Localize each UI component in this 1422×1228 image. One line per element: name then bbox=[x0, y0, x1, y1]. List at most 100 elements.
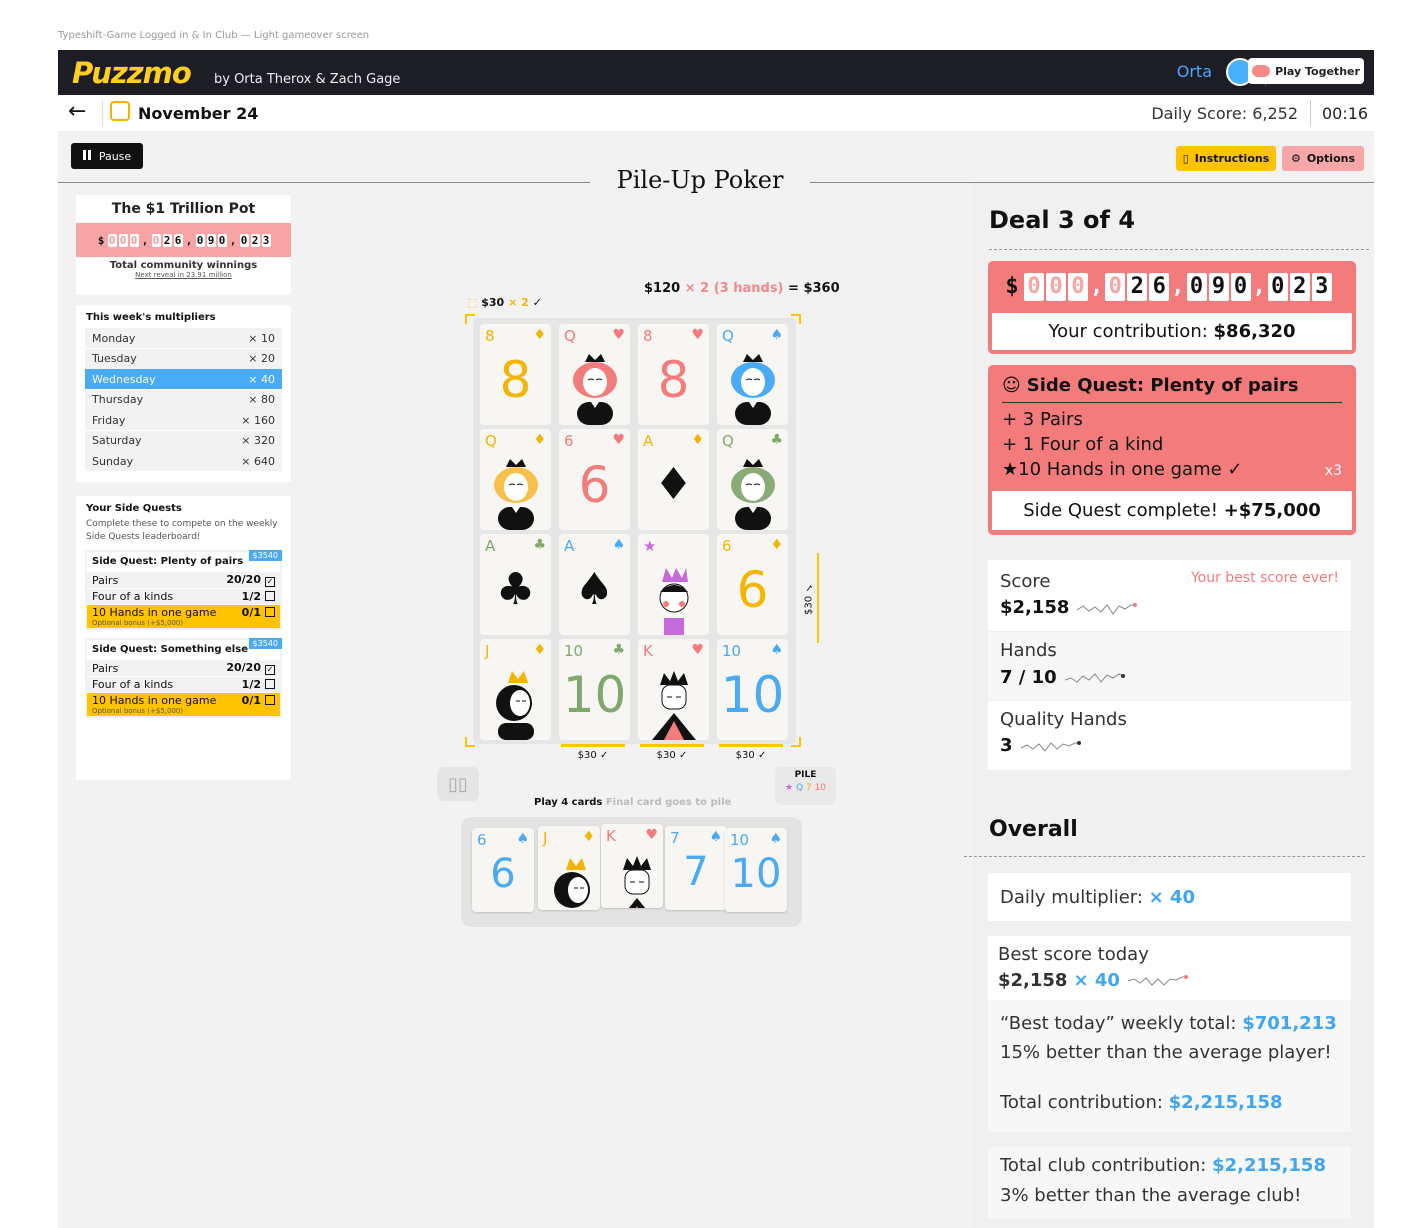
character-icon: ☺ bbox=[1002, 375, 1021, 396]
playing-card[interactable]: 6 ♠ 6 bbox=[472, 828, 534, 912]
multiplier-value: × 10 bbox=[248, 331, 275, 345]
playing-card[interactable]: 8 ♥ 8 bbox=[638, 324, 709, 425]
playing-card[interactable]: A ♣ ♣ bbox=[480, 534, 551, 635]
playing-card[interactable]: A ♠ ♠ bbox=[559, 534, 630, 635]
playing-card[interactable]: 10 ♣ 10 bbox=[559, 639, 630, 740]
playing-card[interactable]: Q ♦ bbox=[480, 429, 551, 530]
pot-digit: 0 bbox=[151, 233, 161, 247]
pile-indicator[interactable]: PILE ★ Q 7 10 bbox=[775, 767, 836, 805]
playing-card[interactable]: 6 ♥ 6 bbox=[559, 429, 630, 530]
pile-card: 10 bbox=[814, 783, 826, 793]
divider bbox=[1310, 100, 1311, 126]
multiplier-day: Thursday bbox=[92, 393, 144, 406]
instructions-button[interactable]: ▯ Instructions bbox=[1176, 146, 1276, 171]
best-ever-badge: Your best score ever! bbox=[1190, 570, 1339, 586]
quest-row-label: Pairs bbox=[92, 661, 119, 675]
multiplier-day: Friday bbox=[92, 413, 126, 427]
card-suit: ♣ bbox=[612, 642, 625, 658]
joker-face-icon bbox=[659, 568, 689, 635]
sparkline bbox=[1077, 602, 1138, 615]
card-suit: ♣ bbox=[770, 432, 783, 448]
weekly-total: “Best today” weekly total: $701,213 bbox=[1000, 1013, 1337, 1034]
side-quest-card[interactable]: $3540 Side Quest: Plenty of pairs Pairs 20/… bbox=[85, 550, 282, 630]
playing-card[interactable]: K ♥ bbox=[638, 639, 709, 740]
card-rank: J bbox=[543, 829, 548, 847]
card-rank: K bbox=[606, 827, 616, 845]
pot-digit: 0 bbox=[1267, 273, 1288, 301]
column-bet: $30 ✓ bbox=[640, 744, 704, 764]
sparkline bbox=[1020, 740, 1081, 752]
pause-button[interactable]: Pause bbox=[71, 143, 143, 169]
multiplier-day: Wednesday bbox=[92, 372, 156, 386]
card-rank: K bbox=[643, 642, 653, 660]
multiplier-row: Tuesday × 20 bbox=[85, 348, 282, 369]
quest-row: Four of a kinds 1/2 bbox=[87, 677, 280, 692]
contribution-card: $0 0 0, 0 2 6, 0 9 0, 0 2 3 Your contribution: $86,… bbox=[988, 261, 1356, 354]
puzzmo-logo[interactable]: Puzzmo bbox=[72, 56, 192, 90]
playing-card[interactable]: A ♦ ♦ bbox=[638, 429, 709, 530]
play-together-button[interactable]: Play Together bbox=[1248, 58, 1364, 84]
hands-value: 7 / 10 bbox=[1000, 667, 1057, 688]
pot-digit: 0 bbox=[195, 233, 205, 247]
divider bbox=[989, 249, 1369, 250]
side-quest-line: ★10 Hands in one game ✓ bbox=[1002, 459, 1243, 480]
side-quests-title: Your Side Quests bbox=[86, 503, 182, 514]
playing-card[interactable]: 8 ♦ 8 bbox=[480, 324, 551, 425]
card-big-rank: 10 bbox=[730, 851, 782, 897]
playing-card[interactable]: 10 ♠ 10 bbox=[717, 639, 788, 740]
options-label: Options bbox=[1306, 152, 1356, 165]
card-rank: A bbox=[564, 537, 575, 555]
multiplier-value: × 80 bbox=[248, 393, 275, 406]
pot-digit: 0 bbox=[1024, 273, 1044, 301]
playing-card[interactable]: 7 ♠ 7 bbox=[665, 826, 727, 910]
calendar-icon[interactable] bbox=[110, 101, 130, 121]
card-big-rank: 6 bbox=[736, 561, 769, 619]
pot-digit: 9 bbox=[206, 233, 216, 247]
screen-caption: Typeshift-Game Logged in & In Club — Lig… bbox=[58, 30, 370, 41]
deal-title: Deal 3 of 4 bbox=[989, 206, 1136, 234]
next-reveal-link[interactable]: Next reveal in 23.91 million bbox=[76, 271, 291, 279]
pot-digit: 6 bbox=[1149, 273, 1170, 301]
card-big-rank: 7 bbox=[683, 849, 709, 895]
quality-stat: Quality Hands 3 bbox=[988, 701, 1351, 770]
date-label[interactable]: November 24 bbox=[138, 104, 258, 123]
options-button[interactable]: ⚙ Options bbox=[1282, 146, 1364, 171]
card-big-rank: 6 bbox=[578, 456, 611, 514]
back-arrow-icon[interactable]: ← bbox=[68, 99, 86, 124]
playing-card[interactable]: 6 ♦ 6 bbox=[717, 534, 788, 635]
card-suit: ♥ bbox=[691, 642, 704, 658]
playing-card[interactable]: K ♥ bbox=[601, 824, 663, 908]
playing-card[interactable]: J ♦ bbox=[480, 639, 551, 740]
card-suit: ♠ bbox=[770, 642, 783, 658]
formula-hands: (3 hands) bbox=[713, 281, 784, 296]
card-big-suit: ♠ bbox=[574, 564, 615, 615]
deck-icon[interactable]: ▯▯ bbox=[437, 767, 479, 801]
multiplier-value: × 320 bbox=[241, 434, 275, 447]
best-today-mult: × 40 bbox=[1073, 970, 1120, 991]
divider bbox=[1002, 402, 1342, 403]
playing-card[interactable]: Q ♣ bbox=[717, 429, 788, 530]
playing-card[interactable]: J ♦ bbox=[538, 826, 600, 910]
formula-mult: × 2 bbox=[684, 281, 710, 296]
quest-row-label: Pairs bbox=[92, 573, 119, 587]
playing-card[interactable]: Q ♥ bbox=[559, 324, 630, 425]
date-bar: ← November 24 Daily Score: 6,252 00:16 bbox=[58, 95, 1374, 132]
playing-card[interactable]: Q ♠ bbox=[717, 324, 788, 425]
quest-row: Pairs 20/20 ✓ bbox=[87, 572, 280, 588]
weekly-note: 15% better than the average player! bbox=[1000, 1042, 1332, 1063]
daily-multiplier: Daily multiplier: × 40 bbox=[1000, 887, 1195, 908]
pot-digit: 3 bbox=[1311, 273, 1332, 301]
playing-card[interactable]: 10 ♠ 10 bbox=[725, 828, 787, 912]
sparkline bbox=[1064, 672, 1125, 683]
side-quest-card[interactable]: $3540 Side Quest: Something else Pairs 20/2… bbox=[85, 638, 282, 718]
playing-card[interactable]: ★ bbox=[638, 534, 709, 635]
pot-digit: 0 bbox=[217, 233, 227, 247]
club-contribution: Total club contribution: $2,215,158 bbox=[1000, 1155, 1326, 1176]
hands-stat: Hands 7 / 10 bbox=[988, 632, 1351, 700]
username[interactable]: Orta bbox=[1177, 62, 1212, 81]
overall-title: Overall bbox=[989, 817, 1078, 842]
multiplier-row: Friday × 160 bbox=[85, 410, 282, 430]
book-icon: ▯ bbox=[1182, 152, 1189, 165]
total-contribution-value: $2,215,158 bbox=[1168, 1092, 1283, 1113]
side-quests-description: Complete these to compete on the weekly … bbox=[86, 519, 278, 542]
